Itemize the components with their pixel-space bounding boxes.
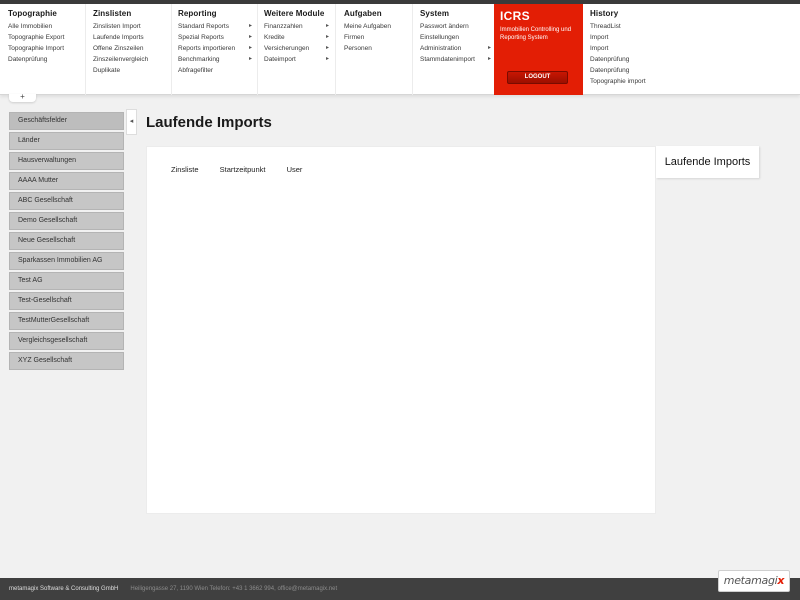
submenu-arrow-icon: ▸ — [325, 56, 329, 62]
sidebar-collapse-icon[interactable]: ◂ — [126, 109, 137, 135]
menu-item-topographie-import[interactable]: Topographie Import — [8, 43, 85, 54]
menu-item-laufende-imports[interactable]: Laufende Imports — [93, 32, 165, 43]
menu-item-zinslisten-import[interactable]: Zinslisten Import — [93, 21, 165, 32]
menu-item-personen[interactable]: Personen — [344, 43, 412, 54]
menu-item-label: Spezial Reports — [178, 34, 224, 41]
menu-heading-aufgaben[interactable]: Aufgaben — [344, 9, 412, 18]
menu-item-administration[interactable]: Administration ▸ — [420, 43, 491, 54]
footer-address: Heiligengasse 27, 1190 Wien Telefon: +43… — [130, 586, 338, 592]
menu-item-meine-aufgaben[interactable]: Meine Aufgaben — [344, 21, 412, 32]
menu-item-benchmarking[interactable]: Benchmarking ▸ — [178, 54, 252, 65]
menu-item-duplikate[interactable]: Duplikate — [93, 65, 165, 76]
sidebar-item-xyz-gesellschaft[interactable]: XYZ Gesellschaft — [9, 352, 124, 370]
page-title: Laufende Imports — [146, 114, 272, 131]
sidebar-item-demo-gesellschaft[interactable]: Demo Gesellschaft — [9, 212, 124, 230]
menu-col-system: System Passwort ändern Einstellungen Adm… — [413, 4, 494, 95]
footer: metamagix Software & Consulting GmbH Heil… — [0, 578, 800, 600]
menu-item-passwort-aendern[interactable]: Passwort ändern — [420, 21, 491, 32]
tab-laufende-imports[interactable]: Laufende Imports — [656, 146, 759, 178]
menu-col-aufgaben: Aufgaben Meine Aufgaben Firmen Personen — [336, 4, 413, 95]
submenu-arrow-icon: ▸ — [248, 56, 252, 62]
menu-item-zinszeilenvergleich[interactable]: Zinszeilenvergleich — [93, 54, 165, 65]
submenu-arrow-icon: ▸ — [325, 45, 329, 51]
sidebar-item-test-ag[interactable]: Test AG — [9, 272, 124, 290]
submenu-arrow-icon: ▸ — [487, 45, 491, 51]
menu-item-einstellungen[interactable]: Einstellungen — [420, 32, 491, 43]
column-header-startzeitpunkt[interactable]: Startzeitpunkt — [220, 165, 266, 174]
menu-col-zinslisten: Zinslisten Zinslisten Import Laufende Im… — [86, 4, 172, 95]
submenu-arrow-icon: ▸ — [325, 34, 329, 40]
menu-item-standard-reports[interactable]: Standard Reports ▸ — [178, 21, 252, 32]
submenu-arrow-icon: ▸ — [487, 56, 491, 62]
menu-item-label: Versicherungen — [264, 45, 310, 52]
logo-accent: x — [777, 574, 785, 587]
sidebar-item-test-gesellschaft[interactable]: Test-Gesellschaft — [9, 292, 124, 310]
submenu-arrow-icon: ▸ — [248, 23, 252, 29]
menu-item-offene-zinszeilen[interactable]: Offene Zinszeilen — [93, 43, 165, 54]
history-item-threadlist[interactable]: ThreadList — [590, 21, 673, 32]
menu-item-label: Administration — [420, 45, 462, 52]
brand-title: ICRS — [500, 9, 530, 23]
menu-item-topographie-export[interactable]: Topographie Export — [8, 32, 85, 43]
menu-heading-reporting[interactable]: Reporting — [178, 9, 252, 18]
sidebar-item-aaaa-mutter[interactable]: AAAA Mutter — [9, 172, 124, 190]
menu-heading-history[interactable]: History — [590, 9, 673, 18]
menu-item-label: Finanzzahlen — [264, 23, 303, 30]
footer-company: metamagix Software & Consulting GmbH — [9, 586, 119, 592]
menu-item-versicherungen[interactable]: Versicherungen ▸ — [264, 43, 329, 54]
column-header-zinsliste[interactable]: Zinsliste — [171, 165, 199, 174]
logout-button[interactable]: LOGOUT — [507, 71, 568, 84]
menu-item-kredite[interactable]: Kredite ▸ — [264, 32, 329, 43]
menu-heading-system[interactable]: System — [420, 9, 491, 18]
menu-item-label: Dateimport — [264, 56, 296, 63]
menu-heading-topographie[interactable]: Topographie — [8, 9, 85, 18]
menu-col-reporting: Reporting Standard Reports ▸ Spezial Repo… — [172, 4, 258, 95]
submenu-arrow-icon: ▸ — [248, 34, 252, 40]
menu-item-label: Benchmarking — [178, 56, 220, 63]
menu-item-label: Kredite — [264, 34, 285, 41]
menu-heading-weitere-module[interactable]: Weitere Module — [264, 9, 329, 18]
menu-item-finanzzahlen[interactable]: Finanzzahlen ▸ — [264, 21, 329, 32]
menu-item-label: Standard Reports — [178, 23, 229, 30]
menu-item-label: Reports importieren — [178, 45, 236, 52]
sidebar-item-sparkassen-immobilien-ag[interactable]: Sparkassen Immobilien AG — [9, 252, 124, 270]
sidebar: Geschäftsfelder Länder Hausverwaltungen … — [9, 112, 124, 372]
menu-item-alle-immobilien[interactable]: Alle Immobilien — [8, 21, 85, 32]
sidebar-item-hausverwaltungen[interactable]: Hausverwaltungen — [9, 152, 124, 170]
sidebar-item-geschaeftsfelder[interactable]: Geschäftsfelder — [9, 112, 124, 130]
menu-col-history: History ThreadList Import Import Datenpr… — [583, 4, 673, 95]
menu-item-dateimport[interactable]: Dateimport ▸ — [264, 54, 329, 65]
column-header-user[interactable]: User — [287, 165, 303, 174]
menu-item-label: Stammdatenimport — [420, 56, 475, 63]
main-menu: Topographie Alle Immobilien Topographie … — [0, 4, 800, 95]
sidebar-item-abc-gesellschaft[interactable]: ABC Gesellschaft — [9, 192, 124, 210]
sidebar-item-laender[interactable]: Länder — [9, 132, 124, 150]
menu-col-topographie: Topographie Alle Immobilien Topographie … — [0, 4, 86, 95]
sidebar-item-vergleichsgesellschaft[interactable]: Vergleichsgesellschaft — [9, 332, 124, 350]
metamagix-logo: metamagix — [718, 570, 790, 592]
menu-collapse-handle[interactable]: + — [9, 93, 36, 102]
menu-item-abfragefilter[interactable]: Abfragefilter — [178, 65, 252, 76]
sidebar-item-neue-gesellschaft[interactable]: Neue Gesellschaft — [9, 232, 124, 250]
menu-item-datenpruefung[interactable]: Datenprüfung — [8, 54, 85, 65]
menu-heading-zinslisten[interactable]: Zinslisten — [93, 9, 165, 18]
submenu-arrow-icon: ▸ — [248, 45, 252, 51]
history-item-datenpruefung[interactable]: Datenprüfung — [590, 65, 673, 76]
logo-text: metamagi — [723, 574, 778, 587]
brand-panel: ICRS Immobilien Controlling und Reportin… — [494, 4, 583, 95]
history-item-datenpruefung[interactable]: Datenprüfung — [590, 54, 673, 65]
sidebar-item-testmuttergesellschaft[interactable]: TestMutterGesellschaft — [9, 312, 124, 330]
history-item-import[interactable]: Import — [590, 43, 673, 54]
table-header: Zinsliste Startzeitpunkt User — [171, 165, 321, 174]
menu-item-stammdatenimport[interactable]: Stammdatenimport ▸ — [420, 54, 491, 65]
history-item-import[interactable]: Import — [590, 32, 673, 43]
menu-item-reports-importieren[interactable]: Reports importieren ▸ — [178, 43, 252, 54]
imports-panel: Zinsliste Startzeitpunkt User — [146, 146, 656, 514]
menu-col-weitere-module: Weitere Module Finanzzahlen ▸ Kredite ▸ Ve… — [258, 4, 336, 95]
menu-item-firmen[interactable]: Firmen — [344, 32, 412, 43]
brand-subtitle: Immobilien Controlling und Reporting Sys… — [500, 27, 572, 41]
history-item-topographie-import[interactable]: Topographie import — [590, 76, 673, 87]
submenu-arrow-icon: ▸ — [325, 23, 329, 29]
menu-item-spezial-reports[interactable]: Spezial Reports ▸ — [178, 32, 252, 43]
